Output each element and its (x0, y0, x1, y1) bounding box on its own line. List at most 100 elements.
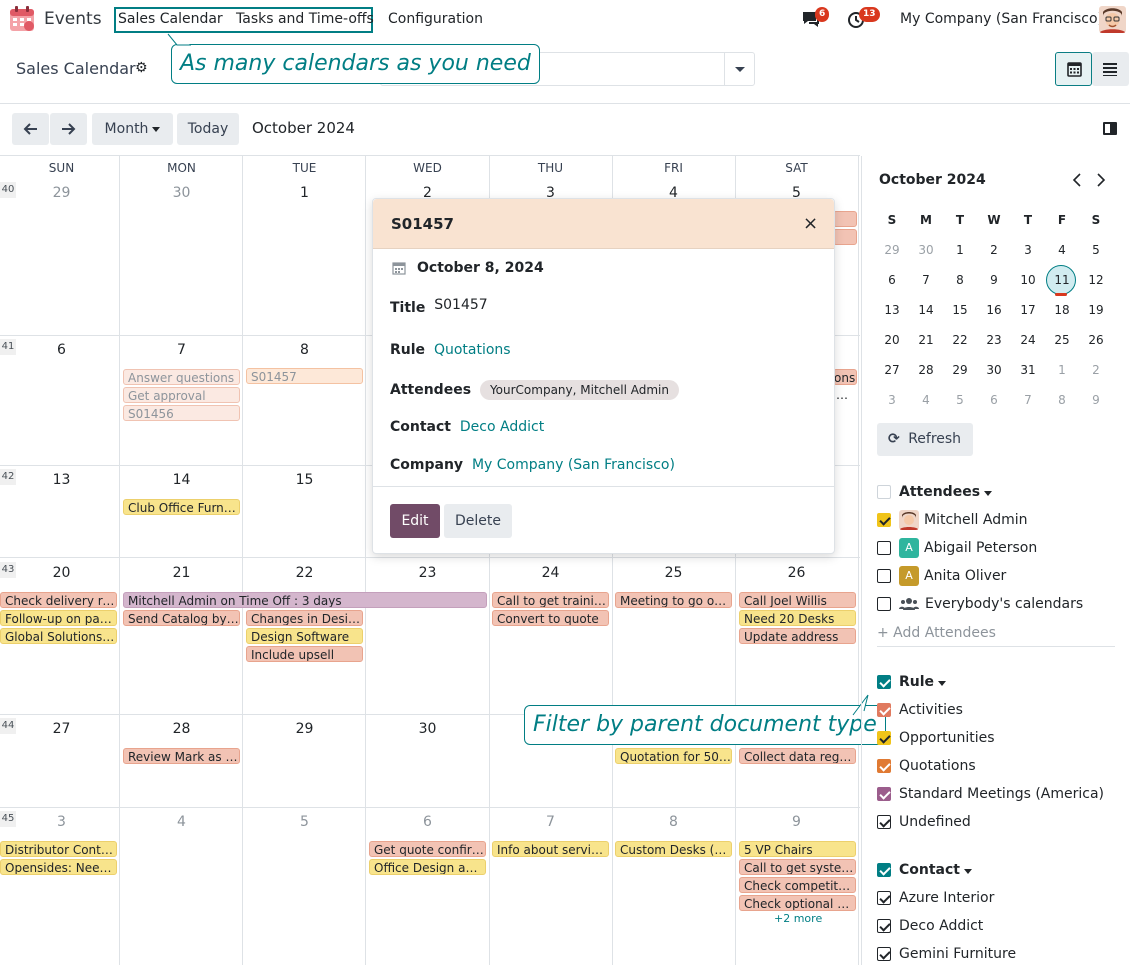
mini-day[interactable]: 28 (909, 355, 943, 385)
day-number[interactable]: 23 (366, 565, 489, 581)
event-chip[interactable]: Get quote confir… (369, 841, 486, 857)
menu-tasks-timeoffs[interactable]: Tasks and Time-offs (236, 11, 374, 27)
mini-day[interactable]: 12 (1079, 265, 1113, 295)
rule-checkbox[interactable] (877, 787, 891, 801)
mini-day[interactable]: 4 (1045, 235, 1079, 265)
day-number[interactable]: 22 (243, 565, 366, 581)
rule-filter-item[interactable]: Activities (877, 700, 963, 720)
day-number[interactable]: 20 (0, 565, 123, 581)
event-chip[interactable]: Answer questions (123, 369, 240, 385)
mini-day[interactable]: 9 (977, 265, 1011, 295)
contact-filter-header[interactable]: Contact (877, 860, 972, 880)
day-number[interactable]: 14 (120, 472, 243, 488)
mini-day[interactable]: 21 (909, 325, 943, 355)
contact-checkbox[interactable] (877, 919, 891, 933)
attendee-checkbox[interactable] (877, 513, 891, 527)
mini-day[interactable]: 13 (875, 295, 909, 325)
day-number[interactable]: 29 (0, 185, 123, 201)
mini-day[interactable]: 16 (977, 295, 1011, 325)
mini-day[interactable]: 22 (943, 325, 977, 355)
mini-day[interactable]: 29 (875, 235, 909, 265)
mini-day[interactable]: 30 (909, 235, 943, 265)
event-chip[interactable]: Send Catalog by … (123, 610, 240, 626)
sidepanel-toggle-icon[interactable] (1103, 122, 1117, 135)
day-number[interactable]: 5 (243, 814, 366, 830)
calendar-view-button[interactable] (1055, 52, 1092, 86)
mini-day[interactable]: 6 (977, 385, 1011, 415)
day-number[interactable]: 8 (612, 814, 735, 830)
event-chip[interactable]: Info about services (492, 841, 609, 857)
rule-filter-item[interactable]: Opportunities (877, 728, 995, 748)
event-chip[interactable]: Check delivery re… (0, 592, 117, 608)
day-number[interactable]: 6 (0, 342, 123, 358)
mini-day[interactable]: 5 (943, 385, 977, 415)
event-chip[interactable]: Design Software (246, 628, 363, 644)
day-number[interactable]: 4 (120, 814, 243, 830)
day-number[interactable]: 30 (120, 185, 243, 201)
menu-sales-calendar[interactable]: Sales Calendar (118, 11, 223, 27)
next-button[interactable] (50, 113, 87, 145)
app-name[interactable]: Events (44, 9, 102, 29)
mini-day[interactable]: 24 (1011, 325, 1045, 355)
contact-checkbox[interactable] (877, 947, 891, 961)
more-events-link[interactable]: +2 more (774, 912, 822, 925)
mini-day[interactable]: 27 (875, 355, 909, 385)
gear-icon[interactable]: ⚙ (135, 60, 148, 76)
event-chip[interactable]: Call to get traini… (492, 592, 609, 608)
scale-dropdown[interactable]: Month (92, 113, 173, 145)
mini-day[interactable]: 23 (977, 325, 1011, 355)
chevron-right-icon[interactable] (1095, 171, 1107, 189)
event-chip[interactable]: Check competitors (739, 877, 856, 893)
event-chip[interactable] (833, 211, 857, 227)
event-chip[interactable]: Include upsell (246, 646, 363, 662)
mini-day[interactable]: 29 (943, 355, 977, 385)
mini-day[interactable]: 7 (1011, 385, 1045, 415)
event-chip[interactable]: Club Office Furni… (123, 499, 240, 515)
day-number[interactable]: 21 (120, 565, 243, 581)
calendar-app-icon[interactable] (8, 5, 36, 33)
delete-button[interactable]: Delete (444, 504, 512, 538)
event-chip[interactable]: Global Solutions:… (0, 628, 117, 644)
mini-day[interactable]: 3 (1011, 235, 1045, 265)
rule-filter-item[interactable]: Standard Meetings (America) (877, 784, 1104, 804)
menu-configuration[interactable]: Configuration (388, 11, 483, 27)
attendee-filter-item[interactable]: A Anita Oliver (877, 566, 1006, 586)
mini-day[interactable]: 5 (1079, 235, 1113, 265)
list-view-button[interactable] (1092, 52, 1129, 86)
prev-button[interactable] (12, 113, 49, 145)
mini-day[interactable]: 6 (875, 265, 909, 295)
attendee-checkbox[interactable] (877, 569, 891, 583)
event-chip[interactable]: Get approval (123, 387, 240, 403)
day-number[interactable]: 13 (0, 472, 123, 488)
mini-day[interactable]: 7 (909, 265, 943, 295)
mini-day[interactable]: 2 (1079, 355, 1113, 385)
contact-checkbox[interactable] (877, 891, 891, 905)
mini-day[interactable]: 11 (1045, 265, 1079, 295)
day-number[interactable]: 1 (243, 185, 366, 201)
event-chip[interactable]: Need 20 Desks (739, 610, 856, 626)
day-number[interactable]: 15 (243, 472, 366, 488)
event-chip[interactable]: Call Joel Willis (739, 592, 856, 608)
contact-filter-item[interactable]: Deco Addict (877, 916, 983, 936)
mini-day[interactable]: 18 (1045, 295, 1079, 325)
event-chip[interactable]: ons (833, 369, 857, 385)
event-chip[interactable]: 5 VP Chairs (739, 841, 856, 857)
search-options-toggle[interactable] (724, 52, 755, 86)
close-icon[interactable]: × (803, 213, 818, 234)
rule-all-checkbox[interactable] (877, 675, 891, 689)
attendee-filter-item[interactable]: Everybody's calendars (877, 594, 1083, 614)
event-chip[interactable]: Call to get syste… (739, 859, 856, 875)
rule-checkbox[interactable] (877, 731, 891, 745)
mini-day[interactable]: 3 (875, 385, 909, 415)
mini-day[interactable]: 8 (1045, 385, 1079, 415)
attendees-all-checkbox[interactable] (877, 485, 891, 499)
day-number[interactable]: 28 (120, 721, 243, 737)
event-chip[interactable]: Review Mark as l… (123, 748, 240, 764)
contact-link[interactable]: Deco Addict (460, 419, 544, 435)
rule-checkbox[interactable] (877, 759, 891, 773)
day-number[interactable]: 29 (243, 721, 366, 737)
mini-day[interactable]: 15 (943, 295, 977, 325)
refresh-button[interactable]: ⟳ Refresh (877, 423, 973, 456)
event-chip-selected[interactable]: S01457 (246, 368, 363, 384)
day-number[interactable]: 25 (612, 565, 735, 581)
